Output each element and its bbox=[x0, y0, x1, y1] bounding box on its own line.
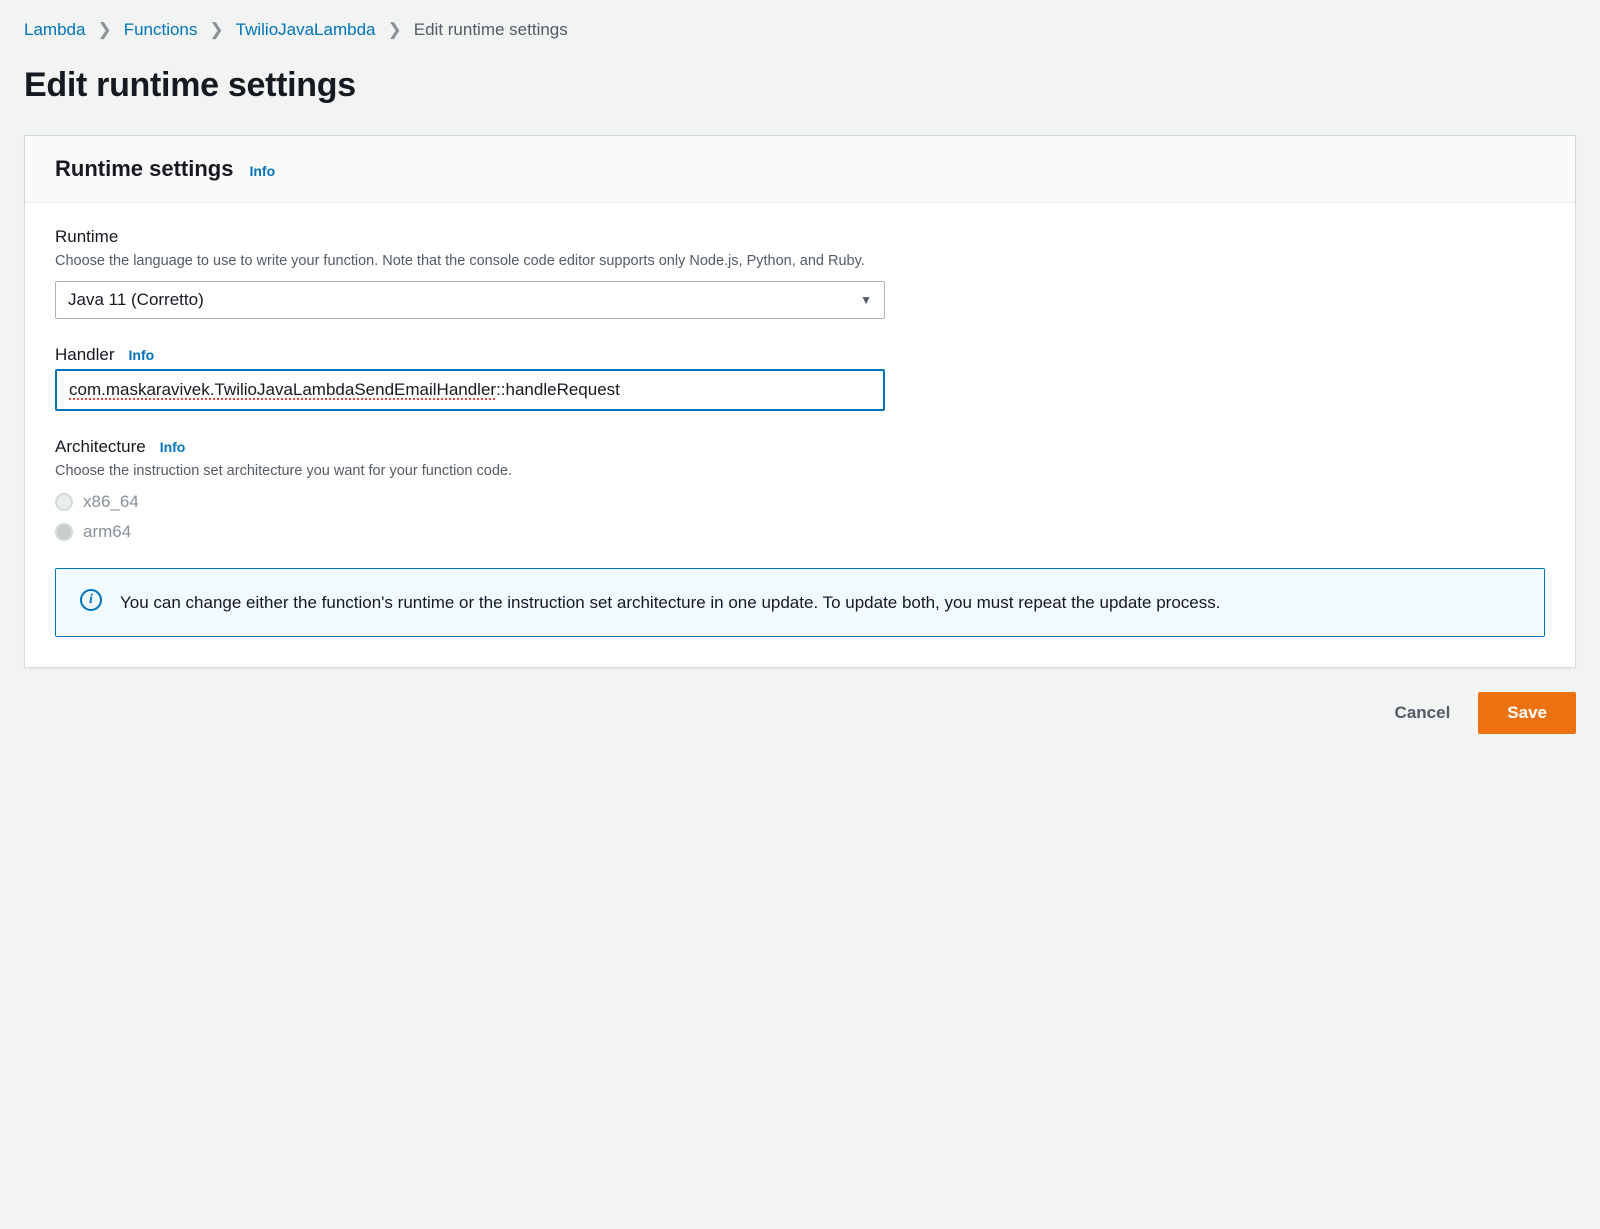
info-alert: i You can change either the function's r… bbox=[55, 568, 1545, 637]
radio-icon bbox=[55, 493, 73, 511]
radio-icon bbox=[55, 523, 73, 541]
chevron-right-icon: ❯ bbox=[209, 20, 223, 40]
handler-input[interactable]: com.maskaravivek.TwilioJavaLambdaSendEma… bbox=[55, 369, 885, 411]
runtime-field: Runtime Choose the language to use to wr… bbox=[55, 227, 1545, 319]
architecture-option-label: x86_64 bbox=[83, 492, 139, 512]
runtime-description: Choose the language to use to write your… bbox=[55, 251, 1545, 271]
handler-info-link[interactable]: Info bbox=[129, 347, 155, 363]
handler-label: Handler bbox=[55, 345, 115, 365]
architecture-option-arm64: arm64 bbox=[55, 522, 1545, 542]
chevron-right-icon: ❯ bbox=[97, 20, 111, 40]
caret-down-icon: ▼ bbox=[860, 293, 872, 307]
architecture-field: Architecture Info Choose the instruction… bbox=[55, 437, 1545, 541]
breadcrumb: Lambda ❯ Functions ❯ TwilioJavaLambda ❯ … bbox=[24, 20, 1576, 40]
cancel-button[interactable]: Cancel bbox=[1381, 693, 1465, 733]
action-bar: Cancel Save bbox=[24, 692, 1576, 734]
info-icon: i bbox=[80, 589, 102, 611]
panel-title: Runtime settings bbox=[55, 156, 233, 182]
panel-info-link[interactable]: Info bbox=[249, 163, 275, 179]
panel-header: Runtime settings Info bbox=[25, 136, 1575, 203]
save-button[interactable]: Save bbox=[1478, 692, 1576, 734]
runtime-select[interactable]: Java 11 (Corretto) ▼ bbox=[55, 281, 885, 319]
page-title: Edit runtime settings bbox=[24, 66, 1576, 105]
handler-field: Handler Info com.maskaravivek.TwilioJava… bbox=[55, 345, 1545, 411]
handler-value-suffix: ::handleRequest bbox=[496, 380, 620, 399]
architecture-label: Architecture bbox=[55, 437, 146, 457]
architecture-option-x86_64: x86_64 bbox=[55, 492, 1545, 512]
alert-text: You can change either the function's run… bbox=[120, 589, 1220, 616]
runtime-select-value: Java 11 (Corretto) bbox=[68, 290, 204, 310]
breadcrumb-functions[interactable]: Functions bbox=[124, 20, 198, 40]
chevron-right-icon: ❯ bbox=[388, 20, 402, 40]
architecture-info-link[interactable]: Info bbox=[160, 439, 186, 455]
breadcrumb-current: Edit runtime settings bbox=[414, 20, 568, 40]
breadcrumb-function-name[interactable]: TwilioJavaLambda bbox=[236, 20, 376, 40]
breadcrumb-lambda[interactable]: Lambda bbox=[24, 20, 85, 40]
architecture-description: Choose the instruction set architecture … bbox=[55, 461, 1545, 481]
architecture-option-label: arm64 bbox=[83, 522, 131, 542]
handler-value-main: com.maskaravivek.TwilioJavaLambdaSendEma… bbox=[69, 380, 496, 399]
runtime-label: Runtime bbox=[55, 227, 118, 247]
runtime-settings-panel: Runtime settings Info Runtime Choose the… bbox=[24, 135, 1576, 668]
